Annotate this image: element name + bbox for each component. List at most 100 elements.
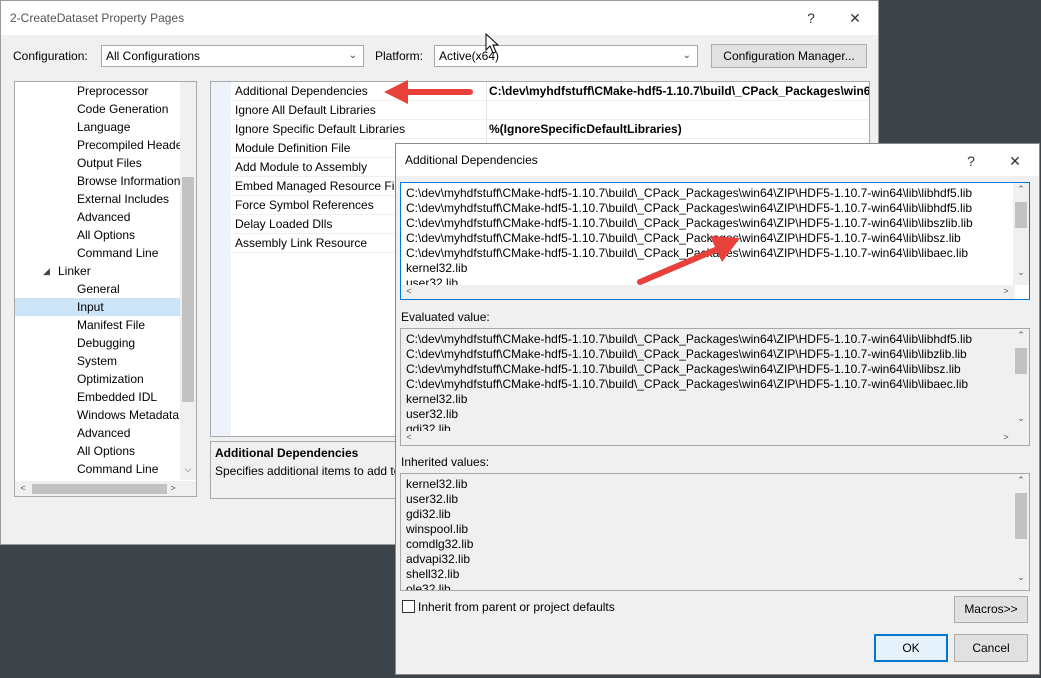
edit-vertical-scrollbar[interactable]: ⌃ ⌄ [1013,183,1029,285]
grid-gutter [211,82,231,436]
inherit-checkbox[interactable] [402,600,415,613]
additional-dependencies-dialog: Additional Dependencies ? ✕ C:\dev\myhdf… [395,143,1040,675]
scroll-down-arrow-icon[interactable]: ⌄ [1013,572,1029,583]
annotation-arrow [384,80,473,104]
property-name: Ignore All Default Libraries [235,103,376,117]
tree-item[interactable]: Output Files [15,154,181,172]
inherited-vertical-scrollbar[interactable]: ⌃ ⌄ [1013,474,1029,590]
platform-label: Platform: [375,49,424,63]
platform-select[interactable]: Active(x64) ⌄ [434,45,698,67]
evaluated-line: C:\dev\myhdfstuff\CMake-hdf5-1.10.7\buil… [406,347,967,361]
property-value[interactable]: C:\dev\myhdfstuff\CMake-hdf5-1.10.7\buil… [489,84,869,98]
scroll-right-arrow-icon[interactable]: > [165,483,181,493]
tree-item[interactable]: Optimization [15,370,181,388]
configuration-select[interactable]: All Configurations ⌄ [101,45,364,67]
evaluated-lines: C:\dev\myhdfstuff\CMake-hdf5-1.10.7\buil… [406,332,1011,437]
tree-item[interactable]: Embedded IDL [15,388,181,406]
tree-item[interactable]: Command Line [15,244,181,262]
property-name: Additional Dependencies [235,84,368,98]
dialog-title: Additional Dependencies [405,153,538,167]
scroll-left-arrow-icon[interactable]: < [401,286,417,296]
title-bar: 2-CreateDataset Property Pages ? ✕ [1,1,878,35]
scroll-up-arrow-icon[interactable]: ⌃ [1013,330,1029,341]
tree-item[interactable]: All Options [15,226,181,244]
evaluated-line: kernel32.lib [406,392,468,406]
tree-item[interactable]: Code Generation [15,100,181,118]
help-icon[interactable]: ? [798,7,824,29]
tree-item[interactable]: Command Line [15,460,181,478]
inherited-lines: kernel32.lib user32.lib gdi32.lib winspool.… [406,477,1011,590]
ok-button[interactable]: OK [874,634,948,662]
annotation-arrow [637,236,740,285]
scroll-left-arrow-icon[interactable]: < [15,483,31,493]
close-icon[interactable]: ✕ [842,7,868,29]
tree-item[interactable]: External Includes [15,190,181,208]
chevron-down-icon: ⌄ [348,50,357,61]
grid-row[interactable]: Ignore All Default Libraries [231,101,869,120]
scroll-thumb[interactable] [182,177,194,402]
property-value[interactable]: %(IgnoreSpecificDefaultLibraries) [489,122,682,136]
evaluated-line: user32.lib [406,407,459,421]
grid-row[interactable]: Ignore Specific Default Libraries %(Ignor… [231,120,869,139]
scroll-thumb[interactable] [32,484,167,494]
window-title: 2-CreateDataset Property Pages [10,11,185,25]
property-name: Add Module to Assembly [235,160,368,174]
tree-vertical-scrollbar[interactable]: ⌵ [180,82,196,480]
settings-tree: Preprocessor Code Generation Language Preco… [14,81,197,497]
tree-item[interactable]: All Options [15,442,181,460]
inherited-line: user32.lib [406,492,459,506]
evaluated-horizontal-scrollbar[interactable]: < > [401,431,1015,445]
help-icon[interactable]: ? [958,150,984,172]
dependency-line: C:\dev\myhdfstuff\CMake-hdf5-1.10.7\buil… [406,201,973,215]
tree-item[interactable]: Language [15,118,181,136]
tree-item[interactable]: Browse Information [15,172,181,190]
inherited-values-box: kernel32.lib user32.lib gdi32.lib winspool.… [400,473,1030,591]
property-name: Assembly Link Resource [235,236,368,250]
inherited-line: kernel32.lib [406,477,468,491]
tree-item[interactable]: Debugging [15,334,181,352]
tree-item[interactable]: Preprocessor [15,82,181,100]
inherited-line: comdlg32.lib [406,537,474,551]
tree-item[interactable]: Advanced [15,424,181,442]
tree-item[interactable]: Windows Metadata [15,406,181,424]
scroll-down-arrow-icon[interactable]: ⌄ [1013,267,1029,278]
tree-item[interactable]: Linker [15,262,181,280]
chevron-down-icon: ⌄ [682,50,691,61]
tree-item[interactable]: Advanced [15,208,181,226]
inherited-values-label: Inherited values: [401,455,490,469]
tree-item[interactable]: System [15,352,181,370]
grid-row[interactable]: Additional Dependencies C:\dev\myhdfstuff… [231,82,869,101]
scroll-left-arrow-icon[interactable]: < [401,432,417,442]
cancel-button[interactable]: Cancel [954,634,1028,662]
scroll-thumb[interactable] [1015,348,1027,374]
evaluated-vertical-scrollbar[interactable]: ⌃ ⌄ [1013,329,1029,431]
mouse-pointer-icon [485,33,499,54]
collapse-triangle-icon[interactable]: ◢ [43,266,50,277]
inherited-line: winspool.lib [406,522,469,536]
scroll-thumb[interactable] [1015,493,1027,539]
scroll-right-arrow-icon[interactable]: > [998,286,1014,296]
tree-item[interactable]: Manifest File [15,316,181,334]
property-name: Embed Managed Resource File [235,179,404,193]
dependency-line: C:\dev\myhdfstuff\CMake-hdf5-1.10.7\buil… [406,216,973,230]
dialog-title-bar: Additional Dependencies ? ✕ [396,144,1039,176]
close-icon[interactable]: ✕ [1002,150,1028,172]
macros-button[interactable]: Macros>> [954,596,1028,623]
scroll-thumb[interactable] [1015,202,1027,228]
tree-horizontal-scrollbar[interactable]: < > [15,481,196,496]
inherit-checkbox-label[interactable]: Inherit from parent or project defaults [418,600,615,614]
scroll-up-arrow-icon[interactable]: ⌃ [1013,475,1029,486]
scroll-down-arrow-icon[interactable]: ⌵ [180,464,196,475]
tree-item[interactable]: Input [15,298,181,316]
tree-item[interactable]: General [15,280,181,298]
evaluated-value-label: Evaluated value: [401,310,490,324]
property-name: Ignore Specific Default Libraries [235,122,406,136]
tree-item[interactable]: Precompiled Heade [15,136,181,154]
configuration-manager-button[interactable]: Configuration Manager... [711,44,867,68]
inherited-line: advapi32.lib [406,552,471,566]
scroll-up-arrow-icon[interactable]: ⌃ [1013,184,1029,195]
configuration-value: All Configurations [106,49,201,63]
property-name: Delay Loaded Dlls [235,217,333,231]
scroll-right-arrow-icon[interactable]: > [998,432,1014,442]
scroll-down-arrow-icon[interactable]: ⌄ [1013,413,1029,424]
